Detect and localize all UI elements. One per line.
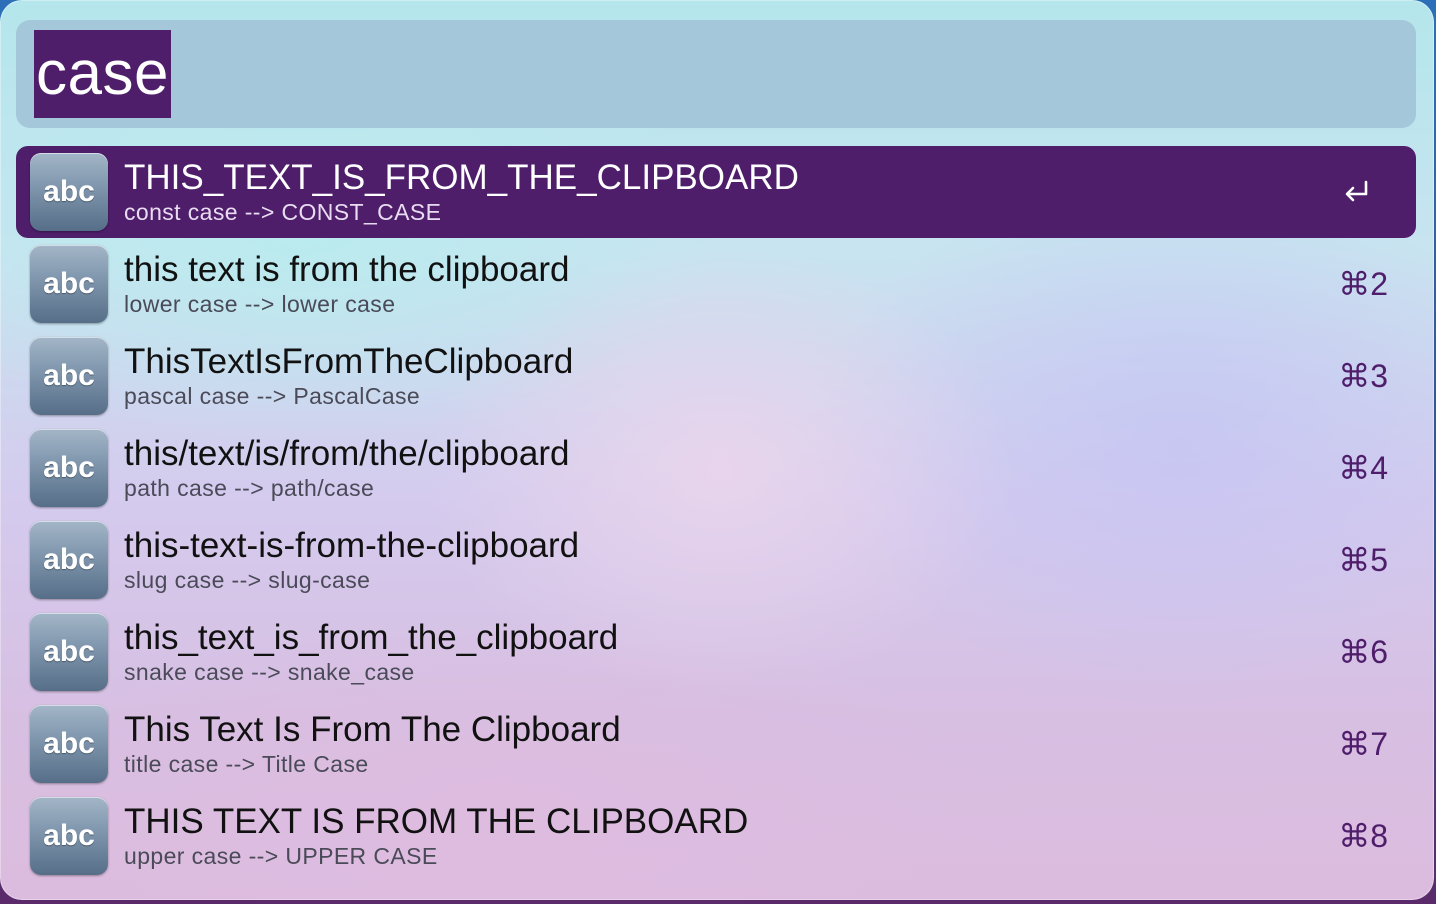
result-row-lower-case[interactable]: abc this text is from the clipboard lowe…: [16, 238, 1416, 330]
results-list: abc THIS_TEXT_IS_FROM_THE_CLIPBOARD cons…: [16, 146, 1416, 882]
text-icon: abc: [30, 705, 108, 783]
text-icon: abc: [30, 521, 108, 599]
result-shortcut: ⌘7: [1338, 726, 1388, 762]
result-row-slug-case[interactable]: abc this-text-is-from-the-clipboard slug…: [16, 514, 1416, 606]
result-shortcut: ⌘4: [1338, 450, 1388, 486]
result-title: this_text_is_from_the_clipboard: [124, 618, 619, 657]
text-icon: abc: [30, 613, 108, 691]
result-subtitle: slug case --> slug-case: [124, 567, 371, 593]
result-shortcut: ⌘6: [1338, 634, 1388, 670]
result-title: THIS_TEXT_IS_FROM_THE_CLIPBOARD: [124, 158, 799, 197]
result-row-snake-case[interactable]: abc this_text_is_from_the_clipboard snak…: [16, 606, 1416, 698]
result-shortcut: ⌘2: [1338, 266, 1388, 302]
result-subtitle: snake case --> snake_case: [124, 659, 415, 685]
text-icon: abc: [30, 429, 108, 507]
result-subtitle: title case --> Title Case: [124, 751, 369, 777]
result-subtitle: pascal case --> PascalCase: [124, 383, 421, 409]
result-subtitle: path case --> path/case: [124, 475, 375, 501]
result-title: This Text Is From The Clipboard: [124, 710, 621, 749]
result-row-upper-case[interactable]: abc THIS TEXT IS FROM THE CLIPBOARD uppe…: [16, 790, 1416, 882]
result-subtitle: lower case --> lower case: [124, 291, 396, 317]
text-icon: abc: [30, 153, 108, 231]
result-shortcut: ⌘8: [1338, 818, 1388, 854]
result-title: ThisTextIsFromTheClipboard: [124, 342, 574, 381]
result-title: THIS TEXT IS FROM THE CLIPBOARD: [124, 802, 749, 841]
launcher-window: case abc THIS_TEXT_IS_FROM_THE_CLIPBOARD…: [0, 0, 1434, 900]
text-icon: abc: [30, 337, 108, 415]
result-subtitle: upper case --> UPPER CASE: [124, 843, 438, 869]
result-title: this-text-is-from-the-clipboard: [124, 526, 580, 565]
result-row-title-case[interactable]: abc This Text Is From The Clipboard titl…: [16, 698, 1416, 790]
result-row-path-case[interactable]: abc this/text/is/from/the/clipboard path…: [16, 422, 1416, 514]
result-shortcut: ⌘3: [1338, 358, 1388, 394]
result-row-pascal-case[interactable]: abc ThisTextIsFromTheClipboard pascal ca…: [16, 330, 1416, 422]
result-title: this/text/is/from/the/clipboard: [124, 434, 570, 473]
return-icon: [1345, 180, 1368, 202]
search-bar[interactable]: case: [16, 20, 1416, 128]
search-query[interactable]: case: [34, 30, 171, 118]
result-subtitle: const case --> CONST_CASE: [124, 199, 442, 225]
result-row-const-case[interactable]: abc THIS_TEXT_IS_FROM_THE_CLIPBOARD cons…: [16, 146, 1416, 238]
result-shortcut: ⌘5: [1338, 542, 1388, 578]
text-icon: abc: [30, 797, 108, 875]
result-title: this text is from the clipboard: [124, 250, 570, 289]
text-icon: abc: [30, 245, 108, 323]
